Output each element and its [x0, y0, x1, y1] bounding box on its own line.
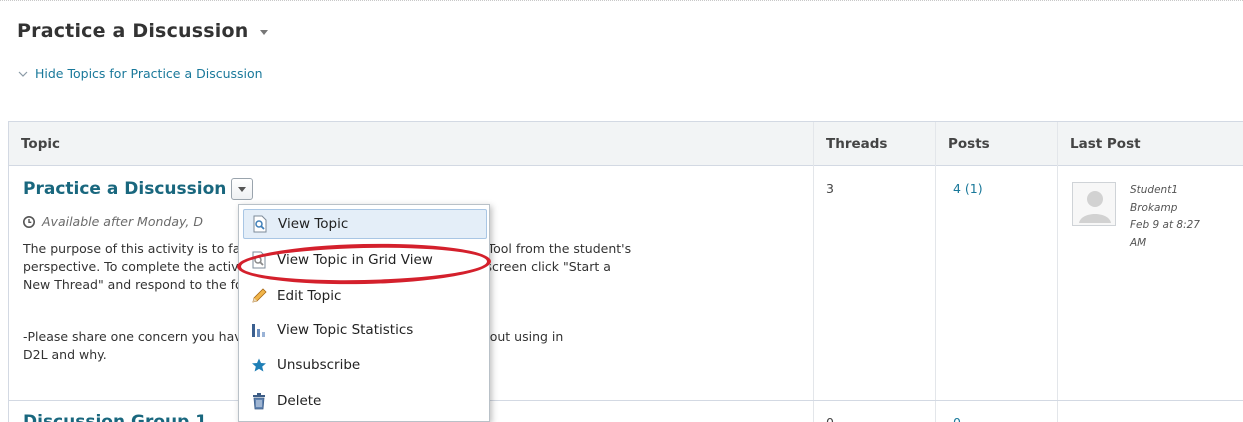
- trash-icon: [249, 391, 269, 411]
- star-icon: [249, 355, 269, 375]
- last-post-info: Student1 Brokamp Feb 9 at 8:27 AM: [1130, 182, 1240, 252]
- column-divider: [935, 122, 936, 422]
- column-divider: [813, 122, 814, 422]
- availability-note: Available after Monday, D: [23, 214, 243, 229]
- posts-count-link[interactable]: 0: [953, 415, 961, 422]
- last-post-date: Feb 9 at 8:27: [1130, 219, 1200, 231]
- view-topic-icon: [250, 214, 270, 234]
- chevron-down-icon: [18, 71, 28, 77]
- menu-item-label: View Topic in Grid View: [277, 252, 433, 268]
- forum-header: Practice a Discussion: [17, 20, 269, 42]
- clock-icon: [23, 215, 35, 228]
- last-post-date: AM: [1130, 236, 1147, 249]
- user-placeholder-icon: [1073, 183, 1115, 225]
- menu-item-unsubscribe[interactable]: Unsubscribe: [239, 350, 489, 380]
- menu-item-label: Delete: [277, 393, 322, 409]
- menu-item-statistics[interactable]: View Topic Statistics: [239, 315, 489, 345]
- menu-item-delete[interactable]: Delete: [239, 386, 489, 416]
- header-last-post[interactable]: Last Post: [1058, 122, 1141, 166]
- avatar: [1072, 182, 1116, 226]
- menu-item-label: View Topic: [278, 216, 349, 232]
- top-divider: [0, 0, 1243, 1]
- header-posts[interactable]: Posts: [936, 122, 990, 166]
- availability-text: Available after Monday, D: [42, 214, 203, 229]
- hide-topics-label: Hide Topics for Practice a Discussion: [35, 66, 263, 81]
- statistics-icon: [249, 320, 269, 340]
- topics-table: Topic Threads Posts Last Post Practice a…: [8, 121, 1243, 422]
- column-divider: [1057, 122, 1058, 422]
- menu-item-edit-topic[interactable]: Edit Topic: [239, 281, 489, 311]
- header-topic[interactable]: Topic: [9, 122, 60, 166]
- menu-item-label: Edit Topic: [277, 288, 342, 304]
- menu-item-view-topic[interactable]: View Topic: [243, 209, 487, 239]
- last-post-author[interactable]: Student1: [1130, 182, 1240, 200]
- grid-view-icon: [249, 250, 269, 270]
- posts-count-link[interactable]: 4 (1): [953, 181, 983, 196]
- forum-title: Practice a Discussion: [17, 20, 249, 42]
- topic-context-menu: View Topic View Topic in Grid View Edit …: [238, 204, 490, 422]
- forum-menu-caret-icon[interactable]: [260, 30, 269, 35]
- threads-count: 3: [826, 181, 834, 196]
- row-divider: [9, 400, 1243, 401]
- pencil-icon: [249, 286, 269, 306]
- menu-item-label: View Topic Statistics: [277, 322, 414, 338]
- menu-item-label: Unsubscribe: [277, 357, 361, 373]
- last-post-author[interactable]: Brokamp: [1130, 200, 1240, 218]
- hide-topics-link[interactable]: Hide Topics for Practice a Discussion: [18, 66, 263, 81]
- topic-title-link[interactable]: Discussion Group 1: [23, 412, 207, 422]
- threads-count: 0: [826, 415, 834, 422]
- chevron-down-icon: [238, 186, 247, 192]
- topic-context-menu-button[interactable]: [231, 178, 254, 200]
- topic-title-link[interactable]: Practice a Discussion: [23, 179, 226, 199]
- menu-item-grid-view[interactable]: View Topic in Grid View: [239, 245, 489, 275]
- header-threads[interactable]: Threads: [814, 122, 887, 166]
- table-row: Practice a Discussion: [23, 178, 254, 200]
